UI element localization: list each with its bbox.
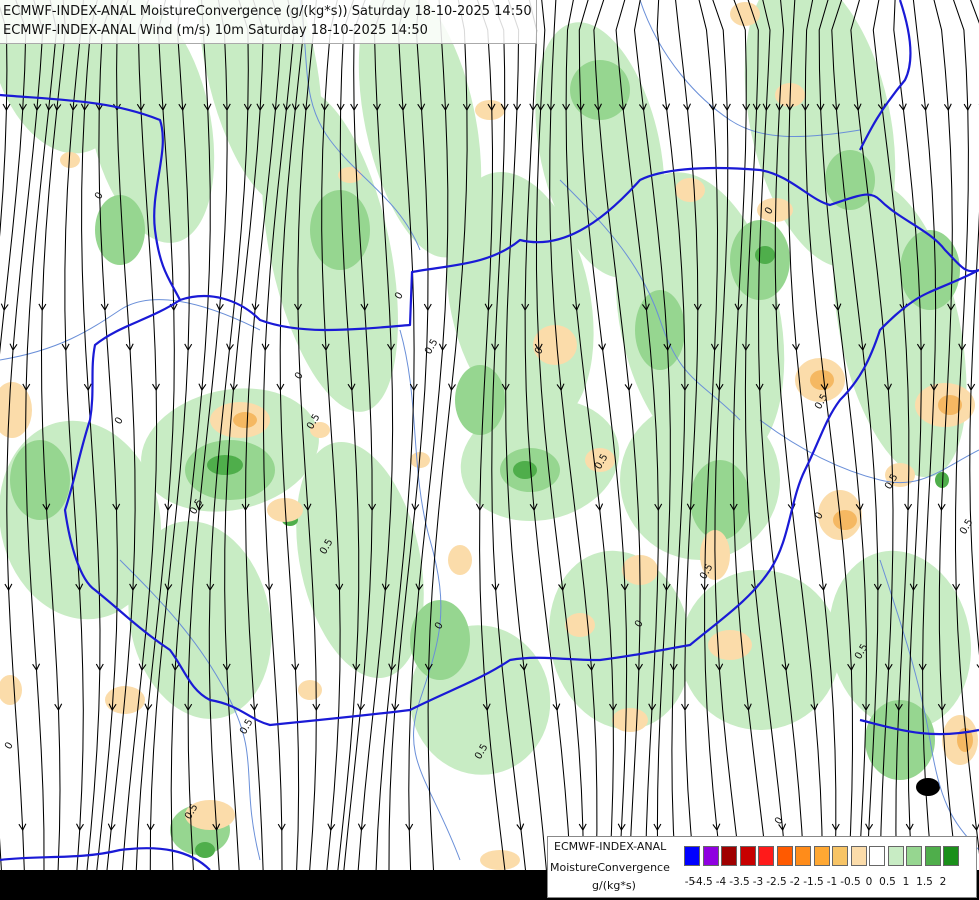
divergence-area-light xyxy=(0,675,22,705)
legend-color-swatch xyxy=(721,846,737,866)
wind-title: ECMWF-INDEX-ANAL Wind (m/s) 10m Saturday… xyxy=(3,23,428,38)
country-border xyxy=(0,847,211,871)
legend-tick-label: 0.5 xyxy=(879,876,896,888)
convergence-area-mid xyxy=(410,600,470,680)
legend-unit: g/(kg*s) xyxy=(592,879,636,892)
contour-value-label: 0.5 xyxy=(238,717,255,736)
legend-tick-label: -1 xyxy=(826,876,838,888)
legend-color-swatch xyxy=(684,846,700,866)
legend-model-title: ECMWF-INDEX-ANAL xyxy=(554,840,667,853)
divergence-area-light xyxy=(448,545,472,575)
divergence-area-light xyxy=(338,167,362,183)
contour-value-label: 0.5 xyxy=(423,337,440,356)
convergence-area-mid xyxy=(455,365,505,435)
convergence-area-mid xyxy=(825,150,875,210)
divergence-area-mid xyxy=(810,370,834,390)
legend-color-swatch xyxy=(813,846,830,866)
legend-tick-label: -4.5 xyxy=(692,876,713,888)
legend-color-swatch xyxy=(776,846,793,866)
legend-tick-label: -2.5 xyxy=(766,876,787,888)
divergence-area-light xyxy=(612,708,648,732)
strong-divergence-spot xyxy=(916,778,940,796)
contour-value-label: 0 xyxy=(3,740,16,751)
legend-color-swatch xyxy=(924,846,941,866)
contour-value-label: 0 xyxy=(773,815,786,826)
divergence-area-mid xyxy=(233,412,257,428)
legend-tick-label: 1 xyxy=(902,876,910,888)
legend-tick-label: -0.5 xyxy=(840,876,861,888)
convergence-area-mid xyxy=(690,460,750,540)
divergence-area-light xyxy=(298,680,322,700)
legend-color-swatch xyxy=(887,846,904,866)
legend-tick-label: -4 xyxy=(715,876,727,888)
legend-tick-label: -3 xyxy=(752,876,764,888)
contour-value-label: 0 xyxy=(113,415,126,426)
color-legend: ECMWF-INDEX-ANAL MoistureConvergence g/(… xyxy=(547,836,977,898)
legend-color-swatch xyxy=(795,846,811,866)
legend-variable-title: MoistureConvergence xyxy=(550,861,670,874)
legend-tick-label: -2 xyxy=(789,876,801,888)
legend-color-swatch xyxy=(906,846,922,866)
divergence-area-light xyxy=(475,100,505,120)
legend-color-swatch xyxy=(739,846,756,866)
moisture-title: ECMWF-INDEX-ANAL MoistureConvergence (g/… xyxy=(3,4,532,19)
legend-color-swatch xyxy=(869,846,885,866)
divergence-area-light xyxy=(757,198,793,222)
contour-value-label: 0.5 xyxy=(958,517,975,536)
legend-tick-label: -3.5 xyxy=(729,876,750,888)
divergence-area-light xyxy=(480,850,520,870)
legend-tick-label: 0 xyxy=(865,876,873,888)
convergence-area-mid xyxy=(95,195,145,265)
divergence-area-light xyxy=(675,178,705,202)
legend-color-swatch xyxy=(832,846,848,866)
legend-tick-label: 2 xyxy=(939,876,947,888)
divergence-area-light xyxy=(0,382,32,438)
convergence-area-dark xyxy=(195,842,215,858)
legend-color-swatch xyxy=(943,846,959,866)
convergence-area-mid xyxy=(10,440,70,520)
legend-color-swatch xyxy=(850,846,867,866)
legend-color-swatch xyxy=(758,846,774,866)
convergence-area-dark xyxy=(755,246,775,264)
legend-color-swatch xyxy=(702,846,719,866)
convergence-area-dark xyxy=(513,461,537,479)
divergence-area-light xyxy=(565,613,595,637)
legend-tick-label: 1.5 xyxy=(916,876,933,888)
convergence-area-dark xyxy=(207,455,243,475)
divergence-area-light xyxy=(708,630,752,660)
divergence-area-mid xyxy=(833,510,857,530)
map-title-box: ECMWF-INDEX-ANAL MoistureConvergence (g/… xyxy=(0,0,537,44)
moisture-convergence-map: 00.500.500.500.50.500.500.50.500.50.500.… xyxy=(0,0,979,871)
legend-tick-label: -1.5 xyxy=(803,876,824,888)
